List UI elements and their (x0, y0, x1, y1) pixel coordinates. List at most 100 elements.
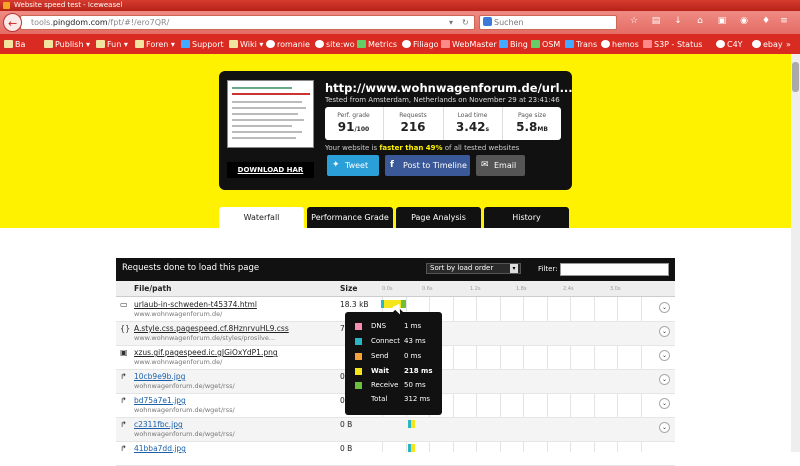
bookmark-item[interactable]: Support (181, 39, 224, 50)
file-size: 18.3 kB (340, 300, 369, 309)
page-icon (266, 40, 275, 48)
back-arrow-icon: ← (8, 17, 18, 30)
vertical-scrollbar[interactable] (791, 54, 800, 452)
timeline-tick: 2.4s (563, 286, 574, 292)
post-to-timeline-button[interactable]: f Post to Timeline (385, 155, 470, 176)
bookmark-item[interactable]: Filiago (402, 39, 439, 50)
bookmark-item[interactable]: Trans (565, 39, 597, 50)
addon-icon[interactable]: ▣ (716, 15, 728, 27)
stats-panel: Perf. grade 91/100 Requests 216 Load tim… (325, 107, 561, 140)
file-path: www.wohnwagenforum.de/styles/prosilve... (134, 334, 276, 342)
table-row[interactable]: ↱ 41bba7dd.jpg 0 B (116, 442, 675, 466)
stat-perf-grade: Perf. grade 91/100 (337, 112, 370, 134)
bookmark-item[interactable]: ebay (752, 39, 783, 50)
file-name[interactable]: urlaub-in-schweden-t45374.html (134, 300, 257, 309)
requests-title: Requests done to load this page (122, 263, 260, 273)
bookmark-item[interactable]: Fun ▾ (96, 39, 128, 50)
expand-button[interactable]: ⌄ (659, 302, 670, 313)
shield-icon[interactable]: ♦ (760, 15, 772, 27)
stat-load-time: Load time 3.42s (443, 107, 501, 140)
bookmarks-overflow-icon[interactable]: » (786, 39, 791, 50)
translate-icon (565, 40, 574, 48)
filter-label: Filter: (538, 265, 558, 273)
file-path: www.wohnwagenforum.de/ (134, 358, 223, 366)
dropdown-arrow-icon[interactable]: ▾ (449, 16, 453, 29)
bookmark-item[interactable]: S3P - Status (643, 39, 702, 50)
page-icon (601, 40, 610, 48)
bookmark-item[interactable]: Publish ▾ (44, 39, 90, 50)
filter-input[interactable] (560, 263, 669, 276)
home-icon[interactable]: ⌂ (694, 15, 706, 27)
receive-swatch (355, 382, 362, 389)
tweet-button[interactable]: ✦ Tweet (327, 155, 379, 176)
bookmark-item[interactable]: OSM (531, 39, 560, 50)
timing-tooltip: DNS 1 ms Connect 43 ms Send 0 ms Wait 218 ms… (345, 307, 442, 415)
url-bar[interactable]: tools.pingdom.com/fpt/#!/ero7QR/ ▾ ↻ (20, 15, 475, 30)
timeline-tick: 1.8s (516, 286, 527, 292)
window-title: Website speed test - Iceweasel (14, 1, 123, 9)
reload-icon[interactable]: ↻ (462, 16, 469, 29)
folder-icon (135, 40, 144, 48)
back-button[interactable]: ← (3, 13, 22, 32)
twitter-icon: ✦ (332, 160, 340, 170)
file-size: 0 B (340, 420, 353, 429)
expand-button[interactable]: ⌄ (659, 350, 670, 361)
waterfall-bar (411, 420, 415, 428)
page-icon (402, 40, 411, 48)
google-icon (315, 40, 324, 48)
redirect-icon: ↱ (120, 372, 127, 381)
bookmark-item[interactable]: hemos (601, 39, 639, 50)
scrollbar-thumb[interactable] (792, 62, 799, 92)
bookmark-item[interactable]: Foren ▾ (135, 39, 175, 50)
folder-icon (229, 40, 238, 48)
connect-swatch (355, 338, 362, 345)
expand-button[interactable]: ⌄ (659, 398, 670, 409)
image-icon: ▣ (120, 348, 128, 357)
tab-waterfall[interactable]: Waterfall (219, 207, 304, 228)
sort-select[interactable]: Sort by load order ▾ (426, 263, 521, 274)
tab-page-analysis[interactable]: Page Analysis (396, 207, 481, 228)
timeline-tick: 0.0s (382, 286, 393, 292)
tab-performance-grade[interactable]: Performance Grade (307, 207, 393, 228)
sync-icon[interactable]: ◉ (738, 15, 750, 27)
bookmark-item[interactable]: WebMaster (441, 39, 497, 50)
url-prefix: tools. (31, 18, 53, 27)
bookmark-item[interactable]: Ba (4, 39, 25, 50)
bookmark-item[interactable]: site:wo (315, 39, 355, 50)
file-name[interactable]: A.style.css.pagespeed.cf.8HznrvuHL9.css (134, 324, 289, 333)
file-name[interactable]: bd75a7e1.jpg (134, 396, 186, 405)
redirect-icon: ↱ (120, 420, 127, 429)
menu-icon[interactable]: ≡ (778, 15, 790, 27)
table-row[interactable]: ↱ c2311fbc.jpg wohnwagenforum.de/wget/rs… (116, 418, 675, 442)
url-path: /fpt/#!/ero7QR/ (107, 18, 170, 27)
expand-button[interactable]: ⌄ (659, 374, 670, 385)
window-titlebar: Website speed test - Iceweasel (0, 0, 800, 11)
tab-history[interactable]: History (484, 207, 569, 228)
bookmark-item[interactable]: Metrics (357, 39, 397, 50)
page-icon (752, 40, 761, 48)
bookmark-item[interactable]: C4Y (716, 39, 743, 50)
site-thumbnail (227, 80, 314, 148)
expand-button[interactable]: ⌄ (659, 326, 670, 337)
file-name[interactable]: c2311fbc.jpg (134, 420, 183, 429)
stat-requests: Requests 216 (383, 107, 442, 140)
bookmark-item[interactable]: romanie (266, 39, 310, 50)
bookmark-item[interactable]: Bing (499, 39, 528, 50)
star-icon[interactable]: ☆ (628, 15, 640, 27)
tested-info: Tested from Amsterdam, Netherlands on No… (325, 96, 560, 104)
css-icon: {} (120, 324, 131, 333)
download-icon[interactable]: ↓ (672, 15, 684, 27)
favicon-icon (3, 2, 10, 9)
email-button[interactable]: ✉ Email (476, 155, 525, 176)
expand-button[interactable]: ⌄ (659, 422, 670, 433)
col-file-path: File/path (134, 284, 172, 293)
file-name[interactable]: 10cb9e9b.jpg (134, 372, 185, 381)
document-icon: ▭ (120, 300, 128, 309)
folder-icon (96, 40, 105, 48)
bookmark-item[interactable]: Wiki ▾ (229, 39, 263, 50)
search-input[interactable]: Suchen (479, 15, 617, 30)
send-swatch (355, 353, 362, 360)
bookmarks-list-icon[interactable]: ▤ (650, 15, 662, 27)
download-har-button[interactable]: DOWNLOAD HAR (227, 162, 314, 178)
file-name[interactable]: xzus.gif.pagespeed.ic.gJGiOxYdP1.png (134, 348, 278, 357)
